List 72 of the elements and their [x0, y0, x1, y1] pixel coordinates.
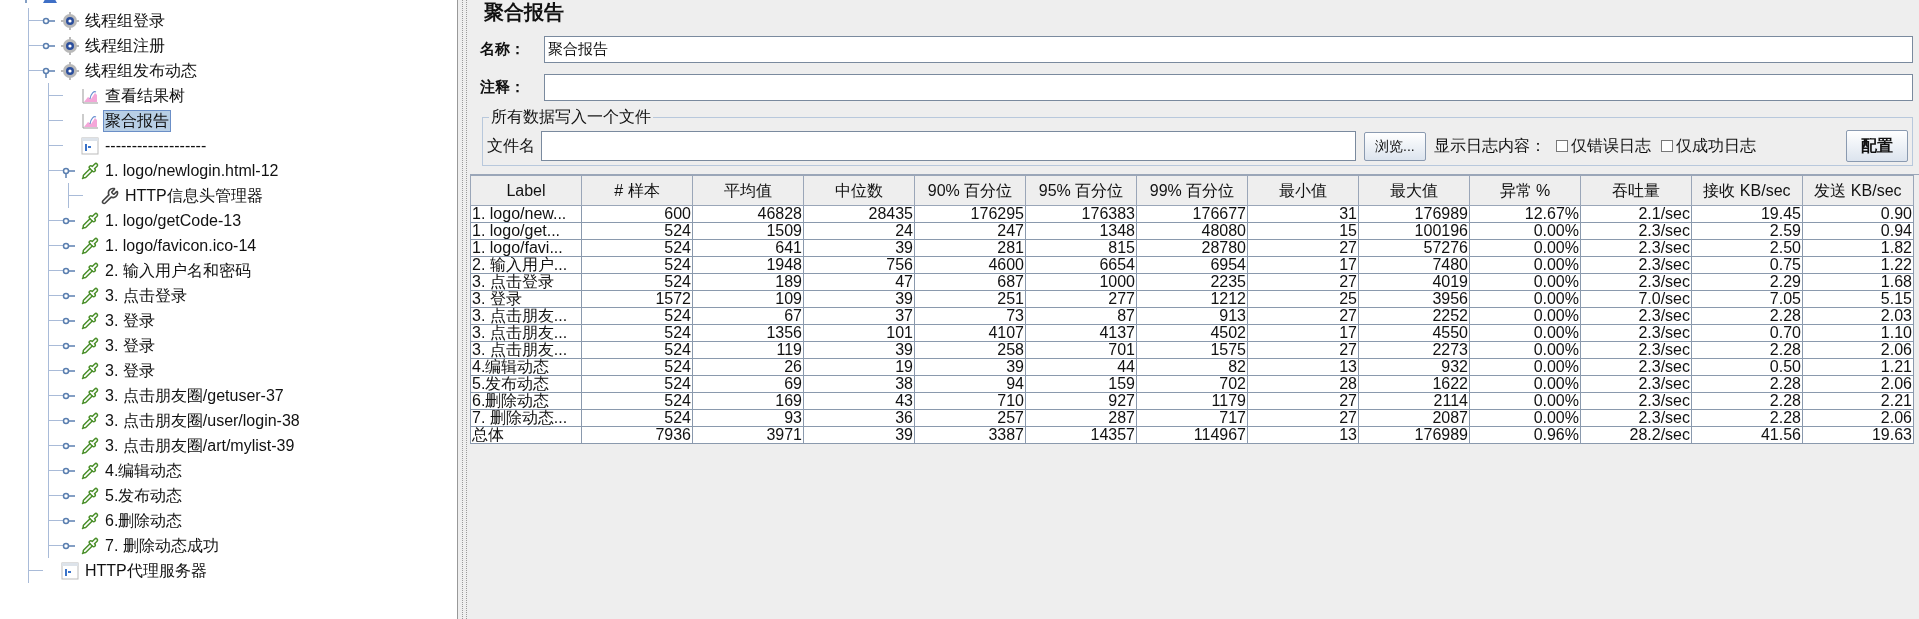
tree-item[interactable]: 3. 登录 [103, 309, 157, 332]
column-header[interactable]: 异常 % [1469, 175, 1581, 206]
column-header[interactable]: 最大值 [1358, 175, 1470, 206]
pipette-icon [81, 161, 99, 180]
pipette-icon [81, 386, 99, 405]
name-field[interactable]: 聚合报告 [544, 36, 1913, 63]
tree-item[interactable]: 3. 登录 [103, 359, 157, 382]
comment-label: 注释： [480, 77, 526, 98]
column-header[interactable]: 90% 百分位 [914, 175, 1026, 206]
panel-title: 聚合报告 [484, 0, 564, 24]
column-header[interactable]: 接收 KB/sec [1691, 175, 1803, 206]
file-name-field[interactable] [541, 131, 1356, 161]
tree-item[interactable]: 3. 点击朋友圈/getuser-37 [103, 384, 286, 407]
log-checkbox[interactable]: 仅错误日志 [1555, 134, 1651, 158]
pipette-icon [81, 286, 99, 305]
tree-item[interactable]: 3. 点击登录 [103, 284, 189, 307]
column-header[interactable]: 99% 百分位 [1136, 175, 1248, 206]
tree-item[interactable]: 1. logo/favicon.ico-14 [103, 234, 259, 257]
window-icon [81, 136, 99, 155]
pipette-icon [81, 361, 99, 380]
column-header[interactable]: # 样本 [581, 175, 693, 206]
pipette-icon [81, 211, 99, 230]
gear-icon [61, 61, 79, 80]
pipette-icon [81, 536, 99, 555]
chart-icon [81, 111, 99, 130]
tree-item[interactable]: 1. logo/newlogin.html-12 [103, 159, 281, 182]
log-content-label: 显示日志内容： [1433, 136, 1546, 156]
name-label: 名称： [480, 39, 526, 60]
tree-item[interactable]: 线程组注册 [83, 34, 167, 57]
pipette-icon [81, 236, 99, 255]
file-name-label: 文件名 [487, 136, 535, 156]
tree-item[interactable]: 3. 点击朋友圈/art/mylist-39 [103, 434, 297, 457]
tree-item[interactable]: 线程组发布动态 [83, 59, 199, 82]
tree-item[interactable]: 6.删除动态 [103, 509, 185, 532]
configure-button[interactable]: 配置 [1846, 130, 1908, 162]
wrench-icon [101, 186, 119, 205]
gear-icon [61, 36, 79, 55]
tree-item[interactable]: 聚合报告 [103, 109, 171, 132]
log-checkbox[interactable]: 仅成功日志 [1660, 134, 1756, 158]
tree-item[interactable]: HTTP信息头管理器 [123, 184, 265, 207]
tree-item[interactable]: 2. 输入用户名和密码 [103, 259, 253, 282]
tree-item[interactable]: HTTP代理服务器 [83, 559, 209, 582]
window-icon [61, 561, 79, 580]
pipette-icon [81, 436, 99, 455]
pipette-icon [81, 336, 99, 355]
chart-icon [81, 86, 99, 105]
tree-item[interactable]: 线程组登录 [83, 9, 167, 32]
pipette-icon [81, 461, 99, 480]
pipette-icon [81, 511, 99, 530]
column-header[interactable]: 95% 百分位 [1025, 175, 1137, 206]
tree-item[interactable]: 查看结果树 [103, 84, 187, 107]
gear-icon [61, 11, 79, 30]
tree-item[interactable]: 3. 登录 [103, 334, 157, 357]
column-header[interactable]: Label [470, 175, 582, 206]
tree-item[interactable]: 1. logo/getCode-13 [103, 209, 244, 232]
comment-field[interactable] [544, 74, 1913, 101]
tree-item[interactable]: 5.发布动态 [103, 484, 185, 507]
column-header[interactable]: 发送 KB/sec [1802, 175, 1914, 206]
column-header[interactable]: 吞吐量 [1580, 175, 1692, 206]
pipette-icon [81, 411, 99, 430]
pipette-icon [81, 311, 99, 330]
column-header[interactable]: 最小值 [1247, 175, 1359, 206]
browse-button[interactable]: 浏览... [1364, 131, 1426, 161]
tree-item[interactable]: 3. 点击朋友圈/user/login-38 [103, 409, 302, 432]
column-header[interactable]: 平均值 [692, 175, 804, 206]
tree-item[interactable]: ------------------- [103, 134, 209, 157]
pipette-icon [81, 261, 99, 280]
group-legend: 所有数据写入一个文件 [489, 107, 653, 127]
column-header[interactable]: 中位数 [803, 175, 915, 206]
tree-item[interactable]: 7. 删除动态成功 [103, 534, 221, 557]
tree-item[interactable]: 4.编辑动态 [103, 459, 185, 482]
pipette-icon [81, 486, 99, 505]
